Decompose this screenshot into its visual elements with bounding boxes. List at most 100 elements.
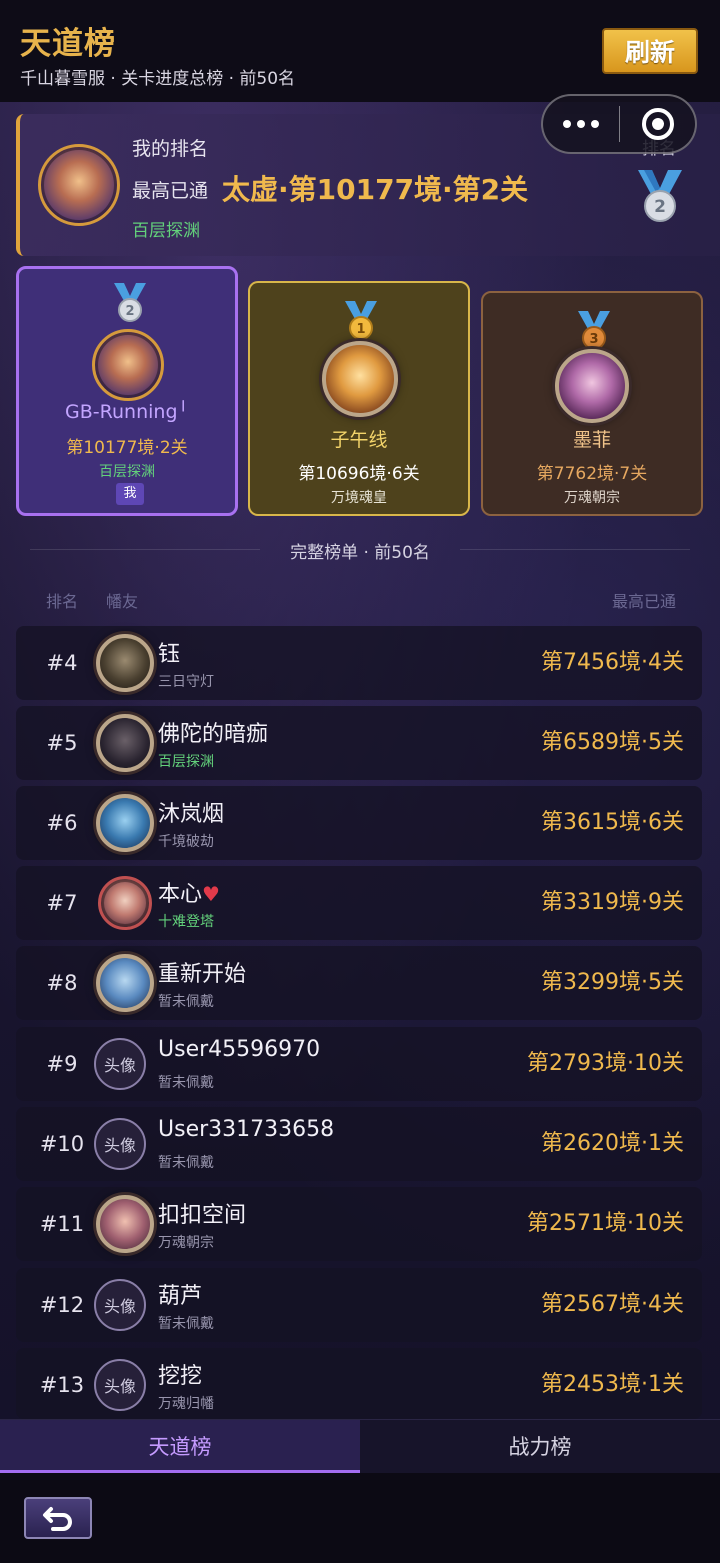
column-header-player: 幡友 [106,592,139,611]
row-title: 暂未佩戴 [158,1155,214,1171]
return-arrow-icon [43,1507,72,1531]
podium-title-third: 万魂朝宗 [564,490,620,506]
row-rank: #11 [39,1212,85,1236]
table-row[interactable]: #8 重新开始 暂未佩戴 第3299境·5关 [16,946,702,1020]
heart-icon: ♥ [202,882,220,906]
table-row[interactable]: #13 头像 挖挖 万魂归幡 第2453境·1关 [16,1348,702,1419]
podium-stage-third: 第7762境·7关 [536,464,648,484]
row-rank: #6 [46,811,78,835]
row-title: 万魂朝宗 [158,1235,214,1251]
table-row[interactable]: #12 头像 葫芦 暂未佩戴 第2567境·4关 [16,1268,702,1342]
row-avatar-placeholder: 头像 [94,1118,146,1170]
page-subtitle: 千山暮雪服 · 关卡进度总榜 · 前50名 [20,69,296,89]
page-title: 天道榜 [20,26,116,62]
podium-stage-first: 第10696境·6关 [298,464,420,484]
row-name: 沐岚烟 [158,802,225,827]
row-name: 葫芦 [158,1284,203,1309]
row-avatar [96,794,154,852]
row-avatar-placeholder: 头像 [94,1359,146,1411]
tab-tiandao[interactable]: 天道榜 [0,1420,360,1474]
bronze-medal-icon: 3 [578,311,610,350]
row-avatar [96,634,154,692]
back-button[interactable] [24,1497,92,1539]
row-name: 佛陀的暗痂 [158,722,269,747]
row-avatar-placeholder: 头像 [94,1279,146,1331]
silver-medal-icon: 2 [114,283,146,322]
podium-stage-me: 第10177境·2关 [66,438,188,458]
podium-card-me[interactable]: 2 GB-Running╵ 第10177境·2关 百层探渊 我 [16,266,238,516]
table-row[interactable]: #4 钰 三日守灯 第7456境·4关 [16,626,702,700]
podium-avatar-third [555,349,629,423]
row-avatar-placeholder: 头像 [94,1038,146,1090]
row-title: 十难登塔 [158,914,214,930]
tab-power[interactable]: 战力榜 [360,1420,720,1474]
table-row[interactable]: #9 头像 User45596970 暂未佩戴 第2793境·10关 [16,1027,702,1101]
close-target-icon[interactable] [620,96,695,152]
row-score: 第3299境·5关 [541,970,684,995]
my-rank-label: 我的排名 [132,138,209,160]
row-rank: #5 [46,731,78,755]
me-tag-badge: 我 [116,483,144,505]
row-title: 暂未佩戴 [158,1075,214,1091]
row-name: 重新开始 [158,962,247,987]
row-name: 挖挖 [158,1364,203,1389]
svg-text:2: 2 [125,304,134,319]
row-score: 第2453境·1关 [541,1372,684,1397]
miniprogram-capsule [541,94,697,154]
row-title: 百层探渊 [158,754,214,770]
row-name: 本心♥ [158,882,220,907]
row-title: 暂未佩戴 [158,994,214,1010]
row-score: 第3319境·9关 [541,890,684,915]
svg-text:3: 3 [589,332,598,347]
bottom-area [0,1473,720,1563]
row-rank: #13 [39,1373,85,1397]
table-row[interactable]: #11 扣扣空间 万魂朝宗 第2571境·10关 [16,1187,702,1261]
gold-medal-icon: 1 [345,301,377,340]
row-name: User331733658 [158,1117,335,1142]
row-name: User45596970 [158,1037,321,1062]
table-row[interactable]: #6 沐岚烟 千境破劫 第3615境·6关 [16,786,702,860]
table-row[interactable]: #5 佛陀的暗痂 百层探渊 第6589境·5关 [16,706,702,780]
row-title: 万魂归幡 [158,1396,214,1412]
row-score: 第2571境·10关 [527,1211,684,1236]
podium-avatar-me [92,329,164,401]
row-rank: #8 [46,971,78,995]
table-row[interactable]: #10 头像 User331733658 暂未佩戴 第2620境·1关 [16,1107,702,1181]
my-best-prefix: 最高已通 [132,180,209,202]
row-score: 第2793境·10关 [527,1051,684,1076]
svg-text:2: 2 [654,197,666,217]
row-rank: #7 [46,891,78,915]
row-avatar [96,1195,154,1253]
podium-title-me: 百层探渊 [99,464,155,480]
section-title: 完整榜单 · 前50名 [290,543,430,563]
row-score: 第3615境·6关 [541,810,684,835]
row-name: 扣扣空间 [158,1203,247,1228]
podium-name-first: 子午线 [330,429,388,451]
more-menu-icon[interactable] [543,96,619,152]
row-rank: #4 [46,651,78,675]
row-score: 第6589境·5关 [541,730,684,755]
row-title: 三日守灯 [158,674,214,690]
row-score: 第2567境·4关 [541,1292,684,1317]
my-avatar [38,144,120,226]
row-rank: #10 [39,1132,85,1156]
row-rank: #12 [39,1293,85,1317]
table-row[interactable]: #7 本心♥ 十难登塔 第3319境·9关 [16,866,702,940]
row-avatar [98,876,152,930]
row-avatar [96,714,154,772]
podium-card-first[interactable]: 1 子午线 第10696境·6关 万境魂皇 [248,281,470,516]
row-avatar [96,954,154,1012]
refresh-button[interactable]: 刷新 [602,28,698,74]
silver-medal-icon: 2 [638,170,682,222]
svg-text:1: 1 [356,322,365,337]
bottom-tab-bar: 天道榜 战力榜 [0,1419,720,1474]
row-score: 第7456境·4关 [541,650,684,675]
row-name: 钰 [158,642,181,667]
podium-name-third: 墨菲 [572,429,611,451]
row-title: 千境破劫 [158,834,214,850]
podium-name-me: GB-Running╵ [65,401,189,423]
podium-title-first: 万境魂皇 [331,490,387,506]
my-best-value: 太虚·第10177境·第2关 [222,173,529,206]
podium-card-third[interactable]: 3 墨菲 第7762境·7关 万魂朝宗 [481,291,703,516]
row-score: 第2620境·1关 [541,1131,684,1156]
